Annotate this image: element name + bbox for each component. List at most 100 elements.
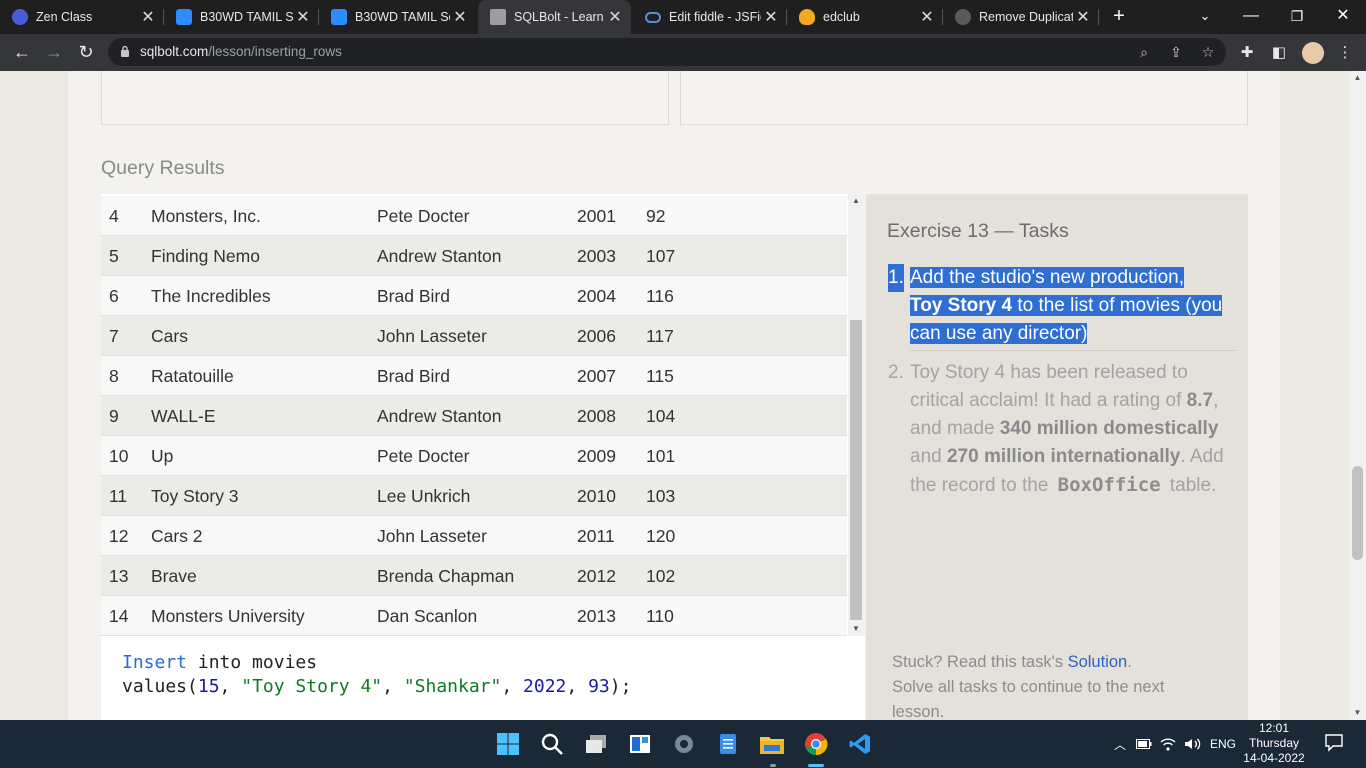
- sql-editor[interactable]: Insert into movies values(15, "Toy Story…: [101, 636, 865, 720]
- cell-id: 10: [109, 446, 129, 466]
- cell-year: 2006: [577, 326, 616, 346]
- cell-director: Pete Docter: [377, 206, 470, 226]
- file-explorer-icon[interactable]: [756, 728, 788, 760]
- tab-remove-duplicates[interactable]: Remove Duplicat ✕: [943, 0, 1099, 34]
- cell-length: 107: [646, 246, 676, 266]
- forward-arrow-icon[interactable]: →: [40, 40, 68, 64]
- close-tab-icon[interactable]: ✕: [293, 7, 313, 27]
- cell-length: 102: [646, 566, 676, 586]
- address-bar[interactable]: sqlbolt.com/lesson/inserting_rows ⌕ ⇪ ☆: [108, 38, 1226, 66]
- cell-director: Pete Docter: [377, 446, 470, 466]
- cell-title: Finding Nemo: [151, 246, 260, 266]
- volume-icon[interactable]: [1184, 720, 1202, 768]
- sql-string: "Shankar": [403, 676, 502, 697]
- cell-title: Monsters University: [151, 606, 305, 626]
- scrollbar-thumb[interactable]: [850, 320, 862, 620]
- close-tab-icon[interactable]: ✕: [450, 7, 470, 27]
- edclub-hand-icon: [799, 9, 815, 25]
- scroll-up-arrow-icon[interactable]: ▲: [848, 194, 864, 208]
- cell-year: 2012: [577, 566, 616, 586]
- minimize-button[interactable]: —: [1228, 0, 1274, 34]
- cell-year: 2008: [577, 406, 616, 426]
- tab-sqlbolt[interactable]: SQLBolt - Learn S ✕: [478, 0, 631, 34]
- side-panel-icon[interactable]: ◧: [1268, 42, 1290, 64]
- query-results-title: Query Results: [101, 157, 225, 179]
- new-tab-button[interactable]: +: [1108, 5, 1130, 27]
- table-row: 8 Ratatouille Brad Bird 2007 115: [101, 356, 847, 396]
- share-icon[interactable]: ⇪: [1166, 42, 1186, 62]
- task-text: and: [910, 446, 947, 467]
- solution-link[interactable]: Solution: [1068, 653, 1128, 671]
- table-row: 11 Toy Story 3 Lee Unkrich 2010 103: [101, 476, 847, 516]
- cell-title: Monsters, Inc.: [151, 206, 261, 226]
- notification-icon[interactable]: [1322, 732, 1346, 756]
- wifi-icon[interactable]: [1160, 720, 1178, 768]
- tab-b30wd-2[interactable]: B30WD TAMIL Se ✕: [319, 0, 476, 34]
- widgets-icon[interactable]: [624, 728, 656, 760]
- settings-gear-icon[interactable]: [668, 728, 700, 760]
- tab-zen-class[interactable]: Zen Class ✕: [0, 0, 164, 34]
- tray-overflow-chevron-icon[interactable]: ︿: [1112, 720, 1128, 768]
- scrollbar-thumb[interactable]: [1352, 466, 1363, 560]
- cell-length: 101: [646, 446, 676, 466]
- back-arrow-icon[interactable]: ←: [8, 40, 36, 64]
- cell-year: 2003: [577, 246, 616, 266]
- cell-director: Andrew Stanton: [377, 406, 502, 426]
- task-view-icon[interactable]: [580, 728, 612, 760]
- windows-taskbar: ︿ ENG 12:01 Thursday 14-04-2022: [0, 720, 1366, 768]
- notepad-icon[interactable]: [712, 728, 744, 760]
- cell-director: Brenda Chapman: [377, 566, 515, 586]
- bookmark-star-icon[interactable]: ☆: [1198, 42, 1218, 62]
- query-results-table: 4 Monsters, Inc. Pete Docter 2001 92 5 Finding…: [101, 194, 864, 636]
- close-tab-icon[interactable]: ✕: [605, 7, 625, 27]
- url-text[interactable]: sqlbolt.com/lesson/inserting_rows: [140, 44, 342, 59]
- scroll-down-arrow-icon[interactable]: ▼: [1349, 706, 1366, 720]
- page-scrollbar[interactable]: ▲ ▼: [1349, 71, 1366, 720]
- table-row: 14 Monsters University Dan Scanlon 2013 110: [101, 596, 847, 636]
- table-row: 13 Brave Brenda Chapman 2012 102: [101, 556, 847, 596]
- results-scrollbar[interactable]: ▲ ▼: [848, 194, 864, 636]
- tab-b30wd-1[interactable]: B30WD TAMIL Se ✕: [164, 0, 319, 34]
- close-tab-icon[interactable]: ✕: [138, 7, 158, 27]
- table-row: 12 Cars 2 John Lasseter 2011 120: [101, 516, 847, 556]
- tab-search-chevron-icon[interactable]: ⌄: [1182, 0, 1228, 34]
- battery-icon[interactable]: [1136, 720, 1152, 768]
- system-clock[interactable]: 12:01 Thursday 14-04-2022: [1240, 721, 1308, 766]
- profile-avatar[interactable]: [1302, 42, 1324, 64]
- browser-toolbar: ← → ↻ sqlbolt.com/lesson/inserting_rows …: [0, 34, 1366, 71]
- zoom-magnifier-icon[interactable]: ⌕: [1134, 42, 1154, 62]
- task-text: to the list of movies (you: [1012, 295, 1223, 316]
- clock-time: 12:01: [1258, 721, 1290, 735]
- cell-length: 103: [646, 486, 676, 506]
- sql-text: );: [609, 676, 632, 697]
- tab-edclub[interactable]: edclub ✕: [787, 0, 943, 34]
- close-tab-icon[interactable]: ✕: [1073, 7, 1093, 27]
- cell-id: 4: [109, 206, 119, 226]
- input-language[interactable]: ENG: [1210, 720, 1236, 768]
- cell-director: John Lasseter: [377, 526, 487, 546]
- tab-title: SQLBolt - Learn S: [514, 10, 605, 24]
- extensions-puzzle-icon[interactable]: ✚: [1236, 42, 1258, 64]
- close-tab-icon[interactable]: ✕: [917, 7, 937, 27]
- search-icon[interactable]: [536, 728, 568, 760]
- cell-year: 2001: [577, 206, 616, 226]
- vscode-icon[interactable]: [844, 728, 876, 760]
- scroll-up-arrow-icon[interactable]: ▲: [1349, 71, 1366, 85]
- reload-icon[interactable]: ↻: [72, 40, 100, 64]
- menu-kebab-icon[interactable]: ⋮: [1334, 42, 1356, 64]
- remove-duplicates-icon: [955, 9, 971, 25]
- cell-director: Brad Bird: [377, 366, 450, 386]
- cell-year: 2013: [577, 606, 616, 626]
- close-tab-icon[interactable]: ✕: [761, 7, 781, 27]
- cell-director: John Lasseter: [377, 326, 487, 346]
- chrome-icon[interactable]: [800, 728, 832, 760]
- restore-button[interactable]: ❐: [1274, 0, 1320, 34]
- active-app-indicator: [808, 764, 824, 767]
- tab-title: Remove Duplicat: [979, 10, 1073, 24]
- cell-id: 9: [109, 406, 119, 426]
- cell-director: Dan Scanlon: [377, 606, 478, 626]
- tab-jsfiddle[interactable]: Edit fiddle - JSFid ✕: [633, 0, 787, 34]
- scroll-down-arrow-icon[interactable]: ▼: [848, 622, 864, 636]
- close-window-button[interactable]: ✕: [1320, 0, 1366, 34]
- windows-start-icon[interactable]: [492, 728, 524, 760]
